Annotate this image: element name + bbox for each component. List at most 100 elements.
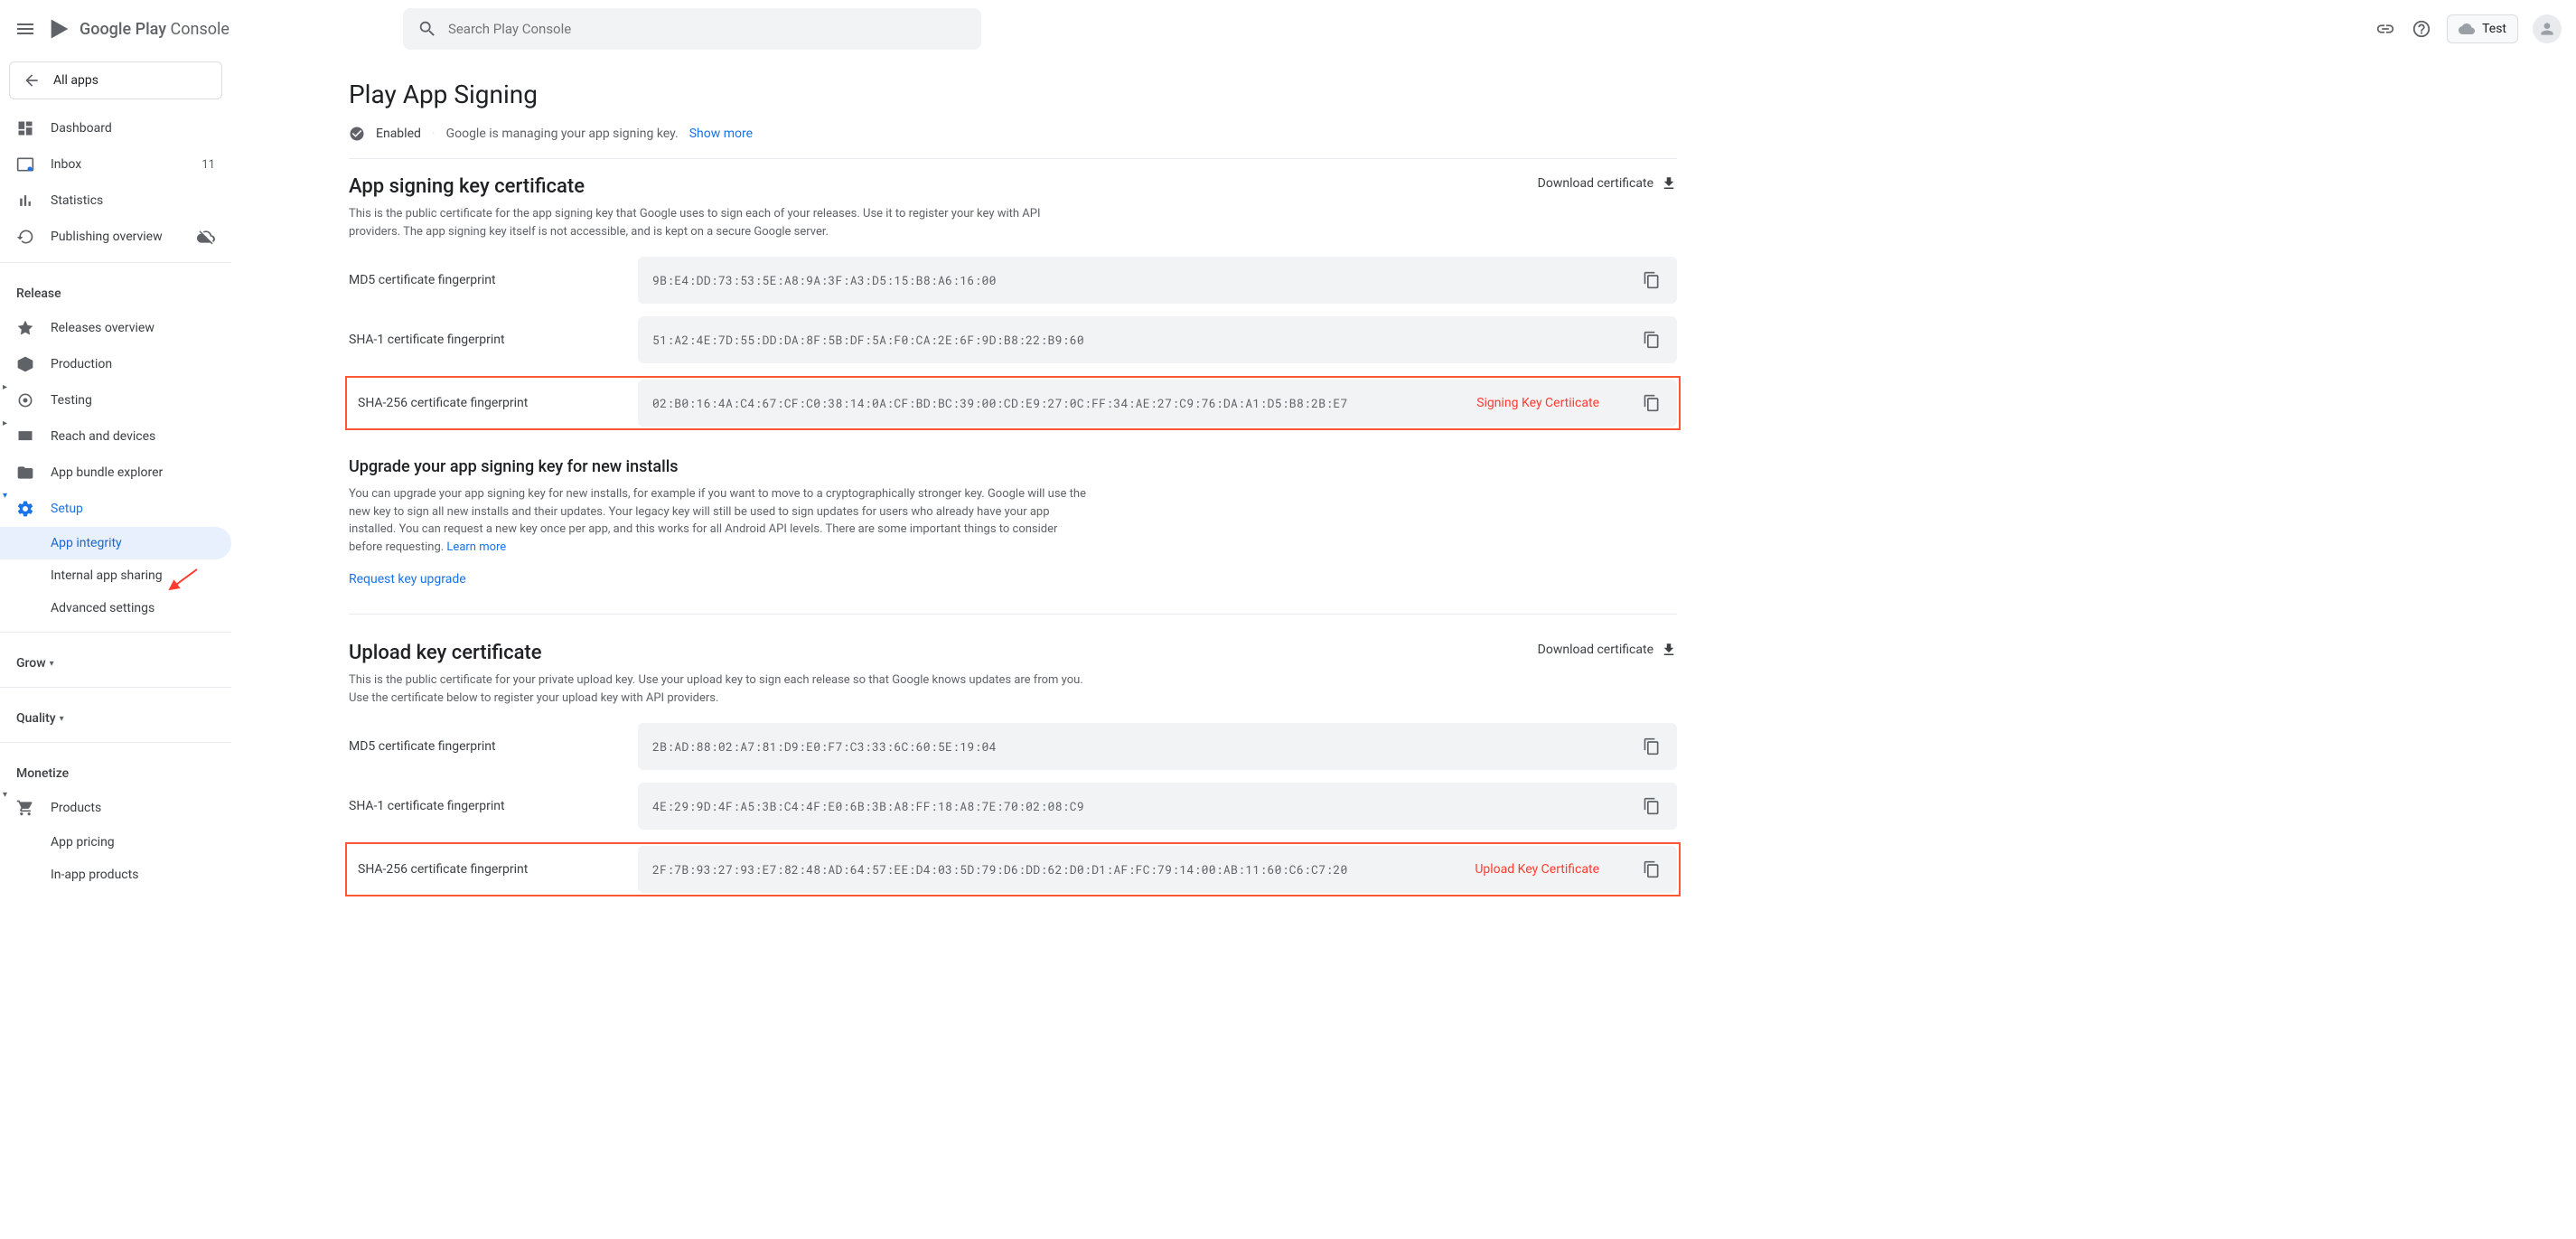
copy-icon[interactable] bbox=[1641, 269, 1663, 291]
upgrade-section: Upgrade your app signing key for new ins… bbox=[349, 457, 1677, 587]
status-row: Enabled · Google is managing your app si… bbox=[349, 126, 1677, 159]
signing-title: App signing key certificate bbox=[349, 175, 585, 198]
learn-more-link[interactable]: Learn more bbox=[446, 540, 506, 554]
status-text: Google is managing your app signing key. bbox=[446, 127, 679, 141]
fingerprint-row-upload-sha256-highlighted: SHA-256 certificate fingerprint 2F:7B:93… bbox=[345, 842, 1681, 896]
back-all-apps-button[interactable]: All apps bbox=[9, 61, 222, 99]
page-title: Play App Signing bbox=[349, 80, 1677, 109]
section-quality[interactable]: Quality▾ bbox=[0, 695, 231, 735]
chevron-down-icon[interactable]: ▾ bbox=[3, 491, 7, 501]
profile-chip[interactable]: Test bbox=[2447, 14, 2518, 43]
download-icon bbox=[1661, 175, 1677, 192]
hamburger-menu-icon[interactable] bbox=[14, 18, 36, 40]
cloud-off-icon bbox=[197, 228, 215, 246]
fingerprint-value: 4E:29:9D:4F:A5:3B:C4:4F:E0:6B:3B:A8:FF:1… bbox=[652, 798, 1626, 814]
production-icon bbox=[16, 355, 34, 373]
top-header: Google Play Console Test bbox=[0, 0, 2576, 58]
avatar[interactable] bbox=[2533, 14, 2562, 43]
section-release: Release bbox=[0, 270, 231, 310]
annotation-upload-key: Upload Key Certificate bbox=[1475, 862, 1599, 877]
sidebar-item-app-integrity[interactable]: App integrity bbox=[0, 527, 231, 559]
fingerprint-value: 2F:7B:93:27:93:E7:82:48:AD:64:57:EE:D4:0… bbox=[652, 861, 1447, 878]
copy-icon[interactable] bbox=[1641, 859, 1663, 880]
logo[interactable]: Google Play Console bbox=[47, 16, 229, 42]
sidebar: All apps Dashboard Inbox 11 Statistics P… bbox=[0, 58, 231, 963]
fingerprint-value: 02:B0:16:4A:C4:67:CF:C0:38:14:0A:CF:BD:B… bbox=[652, 395, 1449, 411]
section-monetize: Monetize bbox=[0, 750, 231, 790]
dashboard-icon bbox=[16, 119, 34, 137]
sidebar-item-publishing-overview[interactable]: Publishing overview bbox=[0, 219, 231, 255]
statistics-icon bbox=[16, 192, 34, 210]
fingerprint-row-upload-sha1: SHA-1 certificate fingerprint 4E:29:9D:4… bbox=[349, 783, 1677, 830]
annotation-signing-key: Signing Key Certiicate bbox=[1476, 396, 1599, 410]
show-more-link[interactable]: Show more bbox=[689, 127, 753, 141]
fingerprint-value: 9B:E4:DD:73:53:5E:A8:9A:3F:A3:D5:15:B8:A… bbox=[652, 272, 1626, 288]
fingerprint-value: 2B:AD:88:02:A7:81:D9:E0:F7:C3:33:6C:60:5… bbox=[652, 738, 1626, 755]
play-console-logo-icon bbox=[47, 16, 72, 42]
search-icon bbox=[417, 19, 437, 39]
fingerprint-row-md5: MD5 certificate fingerprint 9B:E4:DD:73:… bbox=[349, 257, 1677, 304]
divider bbox=[0, 632, 231, 633]
divider bbox=[0, 687, 231, 688]
sidebar-item-releases-overview[interactable]: Releases overview bbox=[0, 310, 231, 346]
request-key-upgrade-link[interactable]: Request key upgrade bbox=[349, 572, 466, 587]
sidebar-item-app-bundle-explorer[interactable]: App bundle explorer bbox=[0, 455, 231, 491]
upload-title: Upload key certificate bbox=[349, 642, 542, 664]
divider bbox=[0, 742, 231, 743]
fingerprint-row-upload-md5: MD5 certificate fingerprint 2B:AD:88:02:… bbox=[349, 723, 1677, 770]
chevron-right-icon[interactable]: ▸ bbox=[3, 418, 7, 428]
copy-icon[interactable] bbox=[1641, 736, 1663, 757]
sidebar-item-in-app-products[interactable]: In-app products bbox=[0, 859, 231, 891]
logo-text: Google Play Console bbox=[80, 20, 229, 39]
help-icon[interactable] bbox=[2411, 18, 2432, 40]
releases-icon bbox=[16, 319, 34, 337]
link-icon[interactable] bbox=[2375, 18, 2396, 40]
divider bbox=[0, 262, 231, 263]
main-content: Play App Signing Enabled · Google is man… bbox=[231, 58, 1785, 963]
signing-desc: This is the public certificate for the a… bbox=[349, 205, 1090, 240]
upload-section-head: Upload key certificate Download certific… bbox=[349, 642, 1677, 671]
publishing-icon bbox=[16, 228, 34, 246]
search-box[interactable] bbox=[403, 8, 981, 50]
chevron-down-icon[interactable]: ▾ bbox=[3, 790, 7, 800]
inbox-icon bbox=[16, 155, 34, 174]
fingerprint-row-sha1: SHA-1 certificate fingerprint 51:A2:4E:7… bbox=[349, 316, 1677, 363]
download-icon bbox=[1661, 642, 1677, 658]
sidebar-item-products[interactable]: Products bbox=[0, 790, 231, 826]
sidebar-item-inbox[interactable]: Inbox 11 bbox=[0, 146, 231, 183]
copy-icon[interactable] bbox=[1641, 795, 1663, 817]
cloud-icon bbox=[2459, 21, 2475, 37]
sidebar-item-setup[interactable]: Setup bbox=[0, 491, 231, 527]
sidebar-item-statistics[interactable]: Statistics bbox=[0, 183, 231, 219]
header-right: Test bbox=[2375, 14, 2562, 43]
divider bbox=[349, 614, 1677, 615]
back-label: All apps bbox=[53, 73, 98, 88]
chevron-right-icon[interactable]: ▸ bbox=[3, 382, 7, 392]
sidebar-item-testing[interactable]: Testing bbox=[0, 382, 231, 418]
copy-icon[interactable] bbox=[1641, 392, 1663, 414]
upgrade-title: Upgrade your app signing key for new ins… bbox=[349, 457, 1677, 476]
sidebar-item-production[interactable]: Production bbox=[0, 346, 231, 382]
sidebar-item-advanced-settings[interactable]: Advanced settings bbox=[0, 592, 231, 624]
upload-desc: This is the public certificate for your … bbox=[349, 671, 1090, 707]
testing-icon bbox=[16, 391, 34, 409]
sidebar-item-app-pricing[interactable]: App pricing bbox=[0, 826, 231, 859]
status-enabled-label: Enabled bbox=[376, 127, 421, 141]
inbox-badge: 11 bbox=[201, 158, 215, 172]
sidebar-item-reach-devices[interactable]: Reach and devices bbox=[0, 418, 231, 455]
sidebar-item-internal-app-sharing[interactable]: Internal app sharing bbox=[0, 559, 231, 592]
fingerprint-row-sha256-highlighted: SHA-256 certificate fingerprint 02:B0:16… bbox=[345, 376, 1681, 430]
devices-icon bbox=[16, 427, 34, 446]
cart-icon bbox=[16, 799, 34, 817]
check-circle-icon bbox=[349, 126, 365, 142]
bundle-icon bbox=[16, 464, 34, 482]
download-signing-cert-button[interactable]: Download certificate bbox=[1538, 175, 1677, 192]
copy-icon[interactable] bbox=[1641, 329, 1663, 351]
sidebar-item-dashboard[interactable]: Dashboard bbox=[0, 110, 231, 146]
download-upload-cert-button[interactable]: Download certificate bbox=[1538, 642, 1677, 658]
section-grow[interactable]: Grow▾ bbox=[0, 640, 231, 680]
arrow-left-icon bbox=[23, 71, 41, 89]
signing-section-head: App signing key certificate Download cer… bbox=[349, 175, 1677, 205]
search-input[interactable] bbox=[448, 21, 967, 37]
fingerprint-value: 51:A2:4E:7D:55:DD:DA:8F:5B:DF:5A:F0:CA:2… bbox=[652, 332, 1626, 348]
